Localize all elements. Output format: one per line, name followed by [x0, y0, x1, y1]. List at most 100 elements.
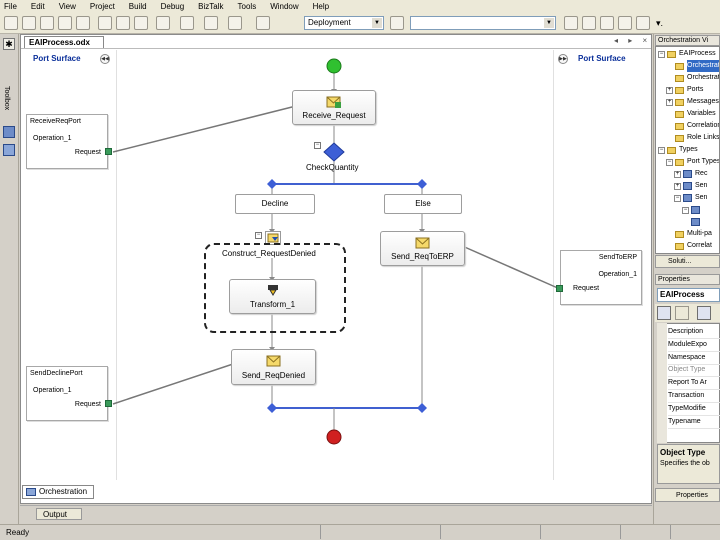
tree-item[interactable]: − Port Types	[666, 156, 720, 168]
receive-request-shape[interactable]: Receive_Request	[292, 90, 376, 125]
decide-shape-label[interactable]: CheckQuantity	[306, 163, 358, 172]
expand-icon[interactable]: +	[666, 98, 673, 106]
tree-item[interactable]: + Rec	[674, 168, 707, 180]
folder-icon	[675, 62, 684, 70]
property-row[interactable]: Report To Ar	[668, 377, 720, 391]
tree-item[interactable]: − Sen	[674, 192, 707, 204]
tree-item[interactable]: Role Links	[666, 132, 719, 144]
output-tab[interactable]: Output	[36, 508, 82, 520]
send-to-erp-shape[interactable]: Send_ReqToERP	[380, 231, 465, 266]
properties-title[interactable]: Properties	[655, 274, 720, 285]
shape-label: Transform_1	[249, 300, 296, 309]
status-divider	[440, 525, 441, 539]
property-description-title: Object Type	[660, 448, 706, 457]
tree-item-label: Variables	[687, 110, 716, 117]
tree-item[interactable]: − EAIProcess	[658, 48, 716, 60]
tree-item-label: Orchestrat	[687, 60, 719, 72]
property-row[interactable]: Typename	[668, 416, 720, 429]
status-divider	[540, 525, 541, 539]
property-row[interactable]: ModuleExpo	[668, 339, 720, 352]
tree-item-label: Orchestrat	[687, 74, 720, 81]
expand-icon[interactable]: +	[666, 86, 673, 94]
send-denied-shape[interactable]: Send_ReqDenied	[231, 349, 316, 385]
properties-object-select[interactable]: EAIProcess	[657, 288, 720, 302]
orchestration-designer-tab[interactable]: Orchestration	[22, 485, 94, 499]
orchestration-view-tree[interactable]: − EAIProcess Orchestrat Orchestrat + Ports + Me…	[655, 46, 720, 254]
port-name: ReceiveReqPort	[30, 118, 81, 125]
collapse-decide-icon[interactable]: −	[314, 142, 321, 149]
tree-item-label: Messages	[687, 98, 719, 105]
property-row[interactable]: TypeModifie	[668, 403, 720, 416]
property-row[interactable]: Object Type	[668, 364, 720, 378]
tree-item[interactable]: + Sen	[674, 180, 707, 192]
designer-tab-label: Orchestration	[39, 487, 88, 496]
tree-item[interactable]: Orchestrat	[666, 60, 719, 72]
type-icon	[691, 206, 700, 214]
tree-item[interactable]: + Ports	[666, 84, 703, 96]
branch-else[interactable]: Else	[384, 194, 462, 214]
port-operation: Operation_1	[598, 271, 637, 278]
properties-gutter	[657, 323, 667, 443]
property-description-text: Specifies the ob	[660, 460, 710, 467]
tree-item[interactable]: Orchestrat	[666, 72, 720, 84]
categorized-icon[interactable]	[657, 306, 671, 320]
tree-item-label: Correlat	[687, 242, 712, 249]
port-name: SendDeclinePort	[30, 370, 83, 377]
collapse-icon[interactable]: −	[682, 206, 689, 214]
branch-decline[interactable]: Decline	[235, 194, 315, 214]
tree-item-label: Rec	[695, 170, 708, 177]
folder-icon	[667, 146, 676, 154]
decline-port-connector[interactable]	[105, 400, 112, 407]
send-decline-port[interactable]: SendDeclinePort Operation_1 Request	[26, 366, 108, 421]
port-message: Request	[74, 149, 101, 156]
tree-item[interactable]: Multi-pa	[666, 228, 712, 240]
start-shape[interactable]	[326, 58, 342, 74]
transform-shape[interactable]: Transform_1	[229, 279, 316, 314]
property-row[interactable]: Namespace	[668, 352, 720, 365]
status-divider	[620, 525, 621, 539]
property-row[interactable]: Description	[668, 326, 720, 339]
folder-icon	[675, 134, 684, 142]
end-shape[interactable]	[326, 429, 342, 445]
properties-tab[interactable]: Properties	[655, 488, 720, 502]
tree-item[interactable]: Correlation	[666, 120, 720, 132]
folder-icon	[675, 98, 684, 106]
folder-icon	[675, 242, 684, 250]
send-to-erp-port[interactable]: SendToERP Operation_1 Request	[560, 250, 642, 305]
property-pages-icon[interactable]	[697, 306, 711, 320]
alphabetical-icon[interactable]	[675, 306, 689, 320]
receive-port-connector[interactable]	[105, 148, 112, 155]
orchestration-view-title[interactable]: Orchestration Vi	[655, 35, 720, 46]
expand-icon[interactable]: +	[674, 170, 681, 178]
collapse-construct-icon[interactable]: −	[255, 232, 262, 239]
shape-label: Send_ReqDenied	[241, 371, 306, 380]
tree-item[interactable]: − Types	[658, 144, 698, 156]
transform-icon	[267, 285, 278, 296]
erp-port-connector[interactable]	[556, 285, 563, 292]
type-icon	[683, 194, 692, 202]
type-icon	[683, 182, 692, 190]
expand-icon[interactable]: +	[674, 182, 681, 190]
folder-icon	[675, 230, 684, 238]
folder-icon	[675, 86, 684, 94]
property-description: Object Type Specifies the ob	[657, 444, 720, 484]
folder-icon	[675, 110, 684, 118]
tree-item-label: Ports	[687, 86, 704, 93]
receive-request-port[interactable]: ReceiveReqPort Operation_1 Request	[26, 114, 108, 169]
status-bar: Ready	[0, 524, 720, 540]
solution-explorer-tab[interactable]: Soluti...	[655, 255, 720, 268]
tree-item[interactable]: −	[682, 204, 703, 216]
tree-item[interactable]: + Messages	[666, 96, 719, 108]
status-divider	[320, 525, 321, 539]
collapse-icon[interactable]: −	[666, 158, 673, 166]
port-operation: Operation_1	[33, 387, 72, 394]
collapse-icon[interactable]: −	[658, 146, 665, 154]
tree-item[interactable]	[682, 216, 703, 228]
tree-item[interactable]: Correlat	[666, 240, 712, 252]
collapse-icon[interactable]: −	[658, 50, 665, 58]
collapse-icon[interactable]: −	[674, 194, 681, 202]
tree-item[interactable]: Variables	[666, 108, 716, 120]
tree-item-label: Correlation	[687, 122, 720, 129]
property-row[interactable]: Transaction	[668, 390, 720, 403]
tree-item-label: Port Types	[687, 158, 720, 165]
